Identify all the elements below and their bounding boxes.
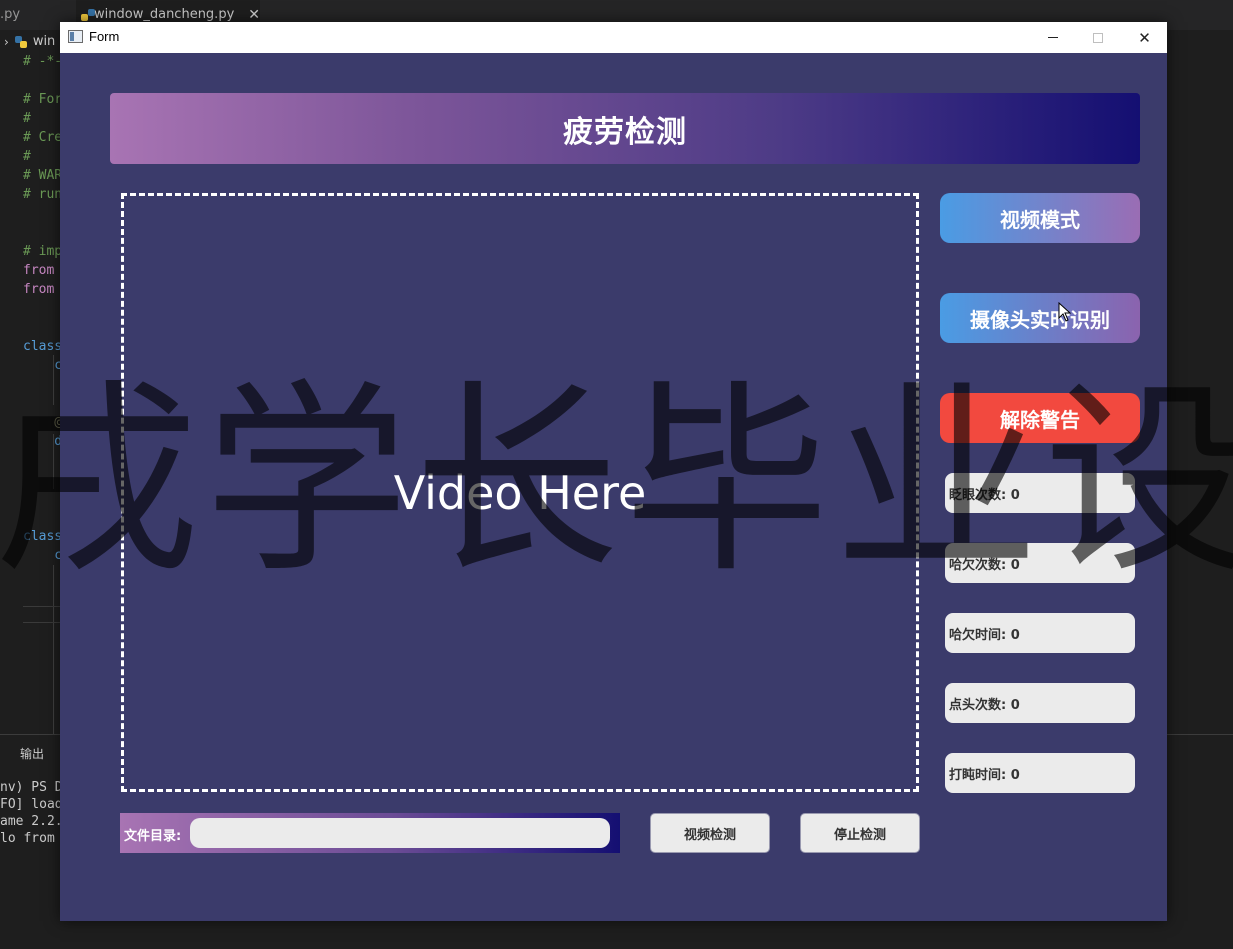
breadcrumb-label[interactable]: win [33,34,55,49]
window-titlebar[interactable]: Form ✕ [60,22,1167,53]
minimize-button[interactable] [1030,22,1075,53]
file-path-label: 文件目录: [124,829,182,844]
stop-detect-button[interactable]: 停止检测 [800,813,920,853]
code-editor[interactable]: # -*- # For # # Cre # # WAR # run # imp from from… [23,52,62,565]
code-line: # WAR [23,168,63,183]
yawn-time-display: 哈欠时间: 0 [945,613,1135,653]
code-line: # run [23,187,63,202]
close-button[interactable]: ✕ [1122,22,1167,53]
page-title: 疲劳检测 [563,114,687,150]
editor-tab-previous[interactable]: .py [0,0,20,30]
window-app-icon [68,30,83,43]
maximize-button[interactable] [1075,22,1120,53]
window-title: Form [89,29,120,44]
code-line: # For [23,92,63,107]
code-line: from [23,263,55,278]
video-display: Video Here [121,193,919,792]
maximize-icon [1092,32,1103,43]
code-line: d [23,434,63,449]
mouse-cursor-icon [1058,302,1072,322]
video-mode-button[interactable]: 视频模式 [940,193,1140,243]
code-line: # -*- [23,54,63,69]
yawn-count-display: 哈欠次数: 0 [945,543,1135,583]
code-line: # [23,149,31,164]
code-line: @ [23,415,63,430]
code-line: # imp [23,244,63,259]
blink-count-display: 眨眼次数: 0 [945,473,1135,513]
file-path-bar: 文件目录: [120,813,620,853]
close-icon: ✕ [1138,28,1151,47]
video-placeholder: Video Here [393,465,647,520]
form-window: Form ✕ 疲劳检测 Video Here 视频模式 摄像头实时识别 解除警告… [60,22,1167,921]
code-line: from [23,282,55,297]
clear-alarm-button[interactable]: 解除警告 [940,393,1140,443]
code-line: class [23,339,63,354]
nap-time-display: 打盹时间: 0 [945,753,1135,793]
chevron-right-icon[interactable]: › [4,35,9,49]
breadcrumb: › win [4,34,55,49]
python-file-icon [14,35,27,48]
code-line: class [23,529,63,544]
code-line: c [23,358,63,373]
code-line: # [23,111,31,126]
header-banner: 疲劳检测 [110,93,1140,164]
camera-recognition-button[interactable]: 摄像头实时识别 [940,293,1140,343]
code-line: c [23,548,63,563]
minimize-icon [1047,37,1058,38]
video-detect-button[interactable]: 视频检测 [650,813,770,853]
file-path-input[interactable] [190,818,610,848]
nod-count-display: 点头次数: 0 [945,683,1135,723]
code-line: # Cre [23,130,63,145]
current-line-highlight [23,606,63,623]
panel-tab-output[interactable]: 输出 [20,745,44,762]
indent-guide [53,565,54,735]
editor-tab-previous-label: .py [0,7,21,22]
